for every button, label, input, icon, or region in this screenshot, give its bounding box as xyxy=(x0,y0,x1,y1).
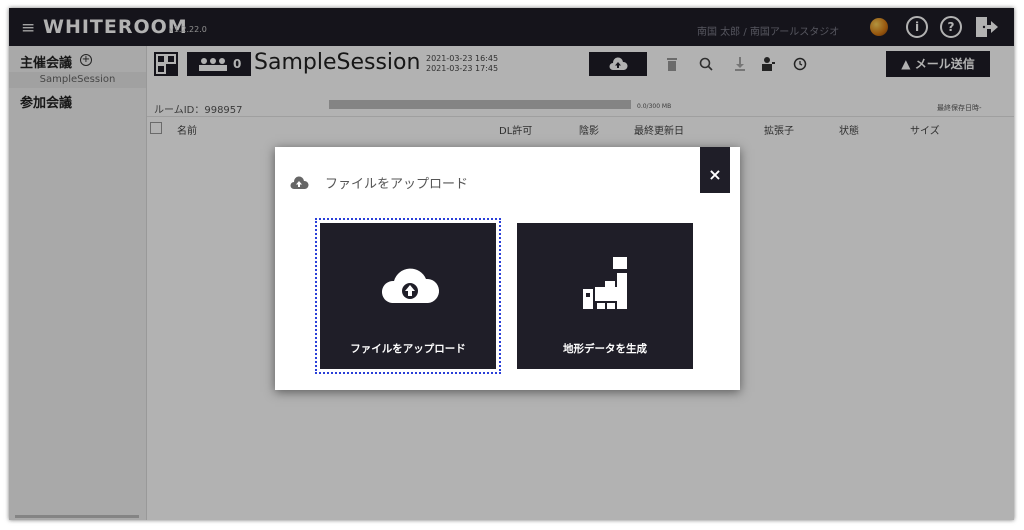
app-window: ≡ WHITEROOM v1.2.22.0 南国 太郎 / 南国アールスタジオ … xyxy=(9,8,1014,520)
dialog-title: ファイルをアップロード xyxy=(325,177,469,192)
generate-terrain-label: 地形データを生成 xyxy=(563,343,647,355)
cloud-upload-icon xyxy=(381,268,440,303)
upload-file-label: ファイルをアップロード xyxy=(350,343,466,355)
close-button[interactable]: × xyxy=(700,147,730,193)
generate-terrain-option[interactable]: 地形データを生成 xyxy=(517,223,693,369)
modal-backdrop[interactable]: ファイルをアップロード × ファイルをアップロード 地形データを生成 xyxy=(9,8,1014,520)
cloud-upload-icon xyxy=(290,176,309,189)
terrain-blocks-icon xyxy=(583,257,627,309)
upload-dialog: ファイルをアップロード × ファイルをアップロード 地形データを生成 xyxy=(275,147,740,390)
upload-file-option[interactable]: ファイルをアップロード xyxy=(315,218,501,374)
